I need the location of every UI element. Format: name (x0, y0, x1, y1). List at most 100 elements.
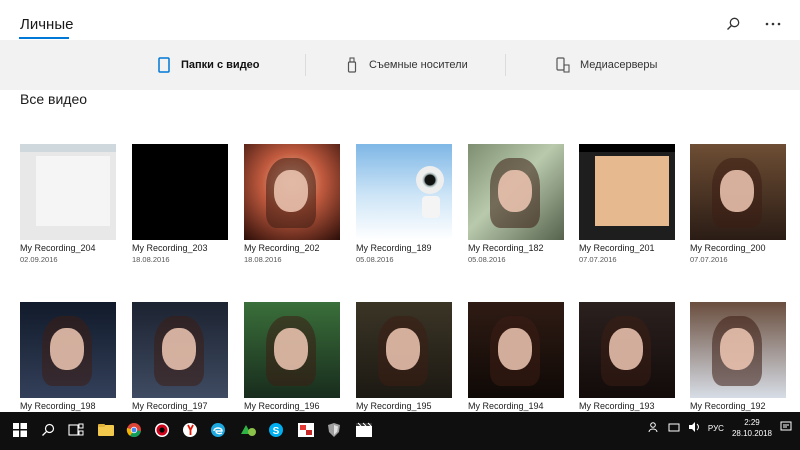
video-thumbnail[interactable] (579, 302, 675, 398)
taskbar-app-explorer[interactable] (94, 418, 118, 442)
svg-text:S: S (273, 426, 280, 437)
page-title[interactable]: Личные (20, 16, 73, 33)
video-tile[interactable]: My Recording_202 18.08.2016 (244, 144, 340, 264)
tab-divider (305, 54, 306, 76)
notifications-icon[interactable] (780, 421, 792, 435)
video-tile[interactable]: My Recording_198 (20, 302, 116, 411)
video-tile[interactable]: My Recording_204 02.09.2016 (20, 144, 116, 264)
video-tile[interactable]: My Recording_193 (579, 302, 675, 411)
tab-removable-media[interactable]: Съемные носители (345, 40, 468, 90)
webcam-stand (422, 196, 440, 218)
video-tile[interactable]: My Recording_196 (244, 302, 340, 411)
title-bar: Личные (0, 0, 800, 40)
video-date: 07.07.2016 (579, 255, 617, 264)
person-face (274, 328, 308, 370)
taskbar-app-skype[interactable]: S (264, 418, 288, 442)
volume-icon[interactable] (688, 421, 700, 435)
tab-label: Папки с видео (181, 59, 260, 71)
taskbar-app-green[interactable] (236, 418, 260, 442)
paint-icon (298, 423, 314, 437)
system-tray: РУС 2:29 28.10.2018 (648, 417, 792, 439)
video-tile[interactable]: My Recording_192 (690, 302, 786, 411)
video-thumbnail[interactable] (468, 302, 564, 398)
taskbar-search-button[interactable] (36, 418, 60, 442)
person-face (720, 170, 754, 212)
start-button[interactable] (8, 418, 32, 442)
file-explorer-icon (98, 424, 114, 436)
person-face (50, 328, 84, 370)
clock-date: 28.10.2018 (731, 429, 772, 438)
video-tile[interactable]: My Recording_200 07.07.2016 (690, 144, 786, 264)
person-face (498, 328, 532, 370)
network-icon[interactable] (668, 421, 680, 435)
video-thumbnail[interactable] (356, 302, 452, 398)
video-thumbnail[interactable] (356, 144, 452, 240)
taskbar-app-security[interactable] (322, 418, 346, 442)
video-title: My Recording_203 (132, 243, 208, 253)
video-date: 05.08.2016 (356, 255, 394, 264)
video-thumbnail[interactable] (244, 144, 340, 240)
task-view-button[interactable] (64, 418, 88, 442)
video-thumbnail[interactable] (244, 302, 340, 398)
search-button[interactable] (724, 15, 742, 33)
video-date: 02.09.2016 (20, 255, 58, 264)
taskbar-app-chrome[interactable] (122, 418, 146, 442)
taskbar-app-paint[interactable] (294, 418, 318, 442)
title-underline (19, 37, 69, 39)
tab-video-folders[interactable]: Папки с видео (157, 40, 260, 90)
canvas-area (36, 156, 110, 226)
people-icon[interactable] (648, 421, 660, 435)
movies-tv-app: Личные Папки с видео Съемные носители Ме… (0, 0, 800, 412)
search-icon (42, 423, 55, 436)
clock[interactable]: 2:29 28.10.2018 (732, 417, 772, 439)
video-thumbnail[interactable] (20, 302, 116, 398)
person-face (274, 170, 308, 212)
app-icon (241, 425, 256, 436)
video-thumbnail[interactable] (690, 144, 786, 240)
media-server-icon (556, 57, 570, 73)
video-tile[interactable]: My Recording_197 (132, 302, 228, 411)
video-tile[interactable]: My Recording_189 05.08.2016 (356, 144, 452, 264)
video-title: My Recording_182 (468, 243, 544, 253)
usb-icon (345, 57, 359, 73)
video-thumbnail[interactable] (132, 302, 228, 398)
title-actions (724, 15, 782, 33)
video-title: My Recording_198 (20, 401, 96, 411)
video-title: My Recording_201 (579, 243, 655, 253)
task-view-icon (68, 423, 84, 436)
video-tile[interactable]: My Recording_201 07.07.2016 (579, 144, 675, 264)
video-tile[interactable]: My Recording_203 18.08.2016 (132, 144, 228, 264)
taskbar-app-yandex[interactable] (178, 418, 202, 442)
video-date: 18.08.2016 (244, 255, 282, 264)
video-tile[interactable]: My Recording_195 (356, 302, 452, 411)
window-toolbar (579, 144, 675, 152)
section-title: Все видео (20, 91, 88, 107)
video-date: 07.07.2016 (690, 255, 728, 264)
video-title: My Recording_196 (244, 401, 320, 411)
more-button[interactable] (764, 15, 782, 33)
source-tabs: Папки с видео Съемные носители Медиасерв… (0, 40, 800, 90)
windows-start-icon (13, 423, 27, 437)
video-title: My Recording_194 (468, 401, 544, 411)
video-thumbnail[interactable] (690, 302, 786, 398)
keyboard-language[interactable]: РУС (708, 424, 724, 433)
more-icon (765, 22, 781, 26)
person-face (386, 328, 420, 370)
video-thumbnail[interactable] (468, 144, 564, 240)
video-thumbnail[interactable] (20, 144, 116, 240)
taskbar-app-opera[interactable] (150, 418, 174, 442)
tablet-icon (157, 57, 171, 73)
yandex-browser-icon (183, 423, 197, 437)
person-face (720, 328, 754, 370)
webcam-image (416, 166, 444, 194)
video-tile[interactable]: My Recording_182 05.08.2016 (468, 144, 564, 264)
video-thumbnail[interactable] (579, 144, 675, 240)
video-title: My Recording_195 (356, 401, 432, 411)
video-tile[interactable]: My Recording_194 (468, 302, 564, 411)
taskbar-app-video-editor[interactable] (352, 418, 376, 442)
tab-label: Медиасерверы (580, 59, 658, 71)
tab-media-servers[interactable]: Медиасерверы (556, 40, 657, 90)
video-title: My Recording_197 (132, 401, 208, 411)
taskbar-app-edge[interactable] (206, 418, 230, 442)
video-thumbnail[interactable] (132, 144, 228, 240)
